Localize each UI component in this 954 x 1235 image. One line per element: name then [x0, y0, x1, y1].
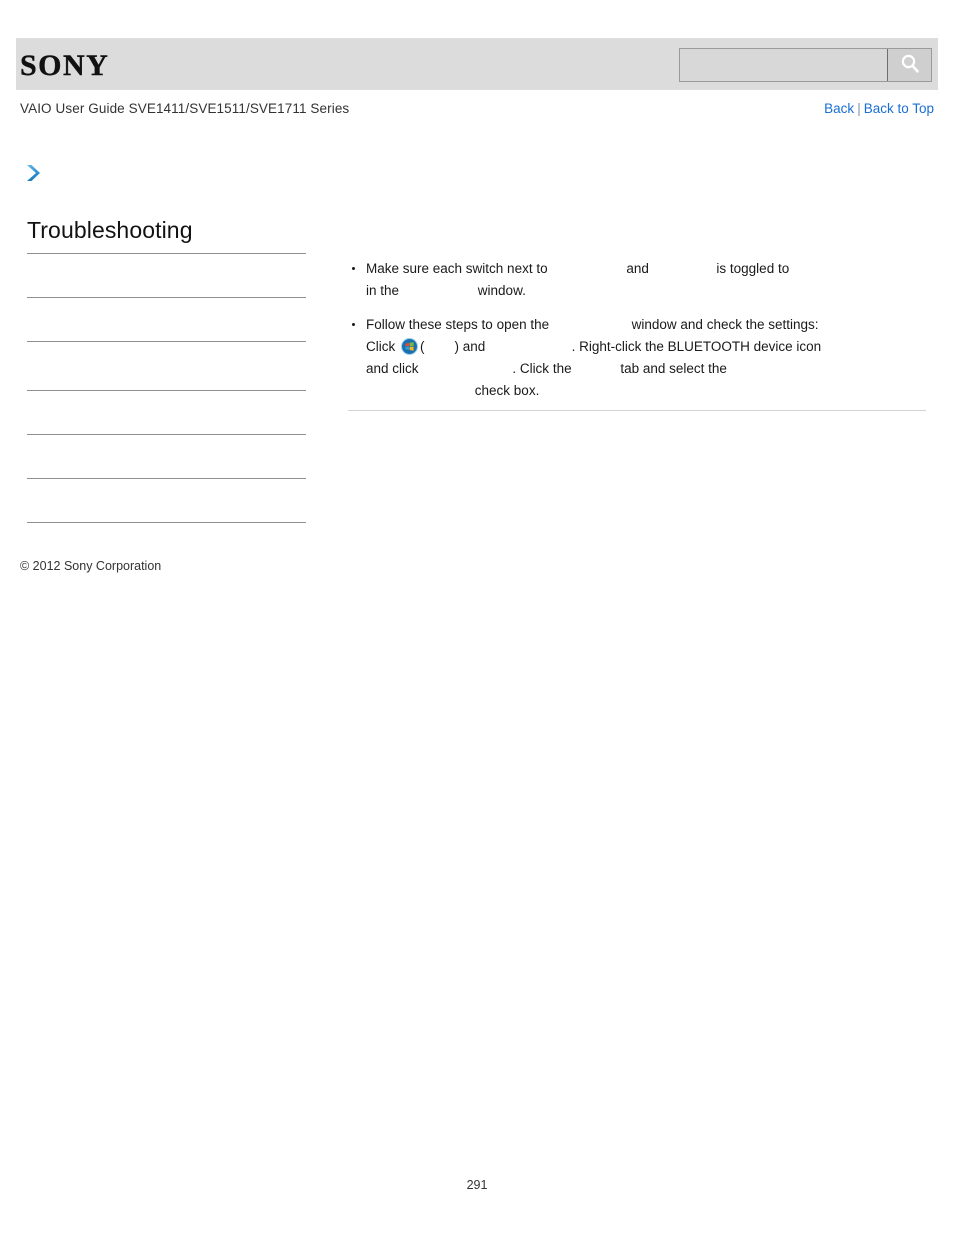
sidebar-item-1[interactable]	[27, 254, 306, 297]
missing-bold-term	[653, 258, 717, 280]
header-nav-links: Back | Back to Top	[824, 101, 934, 116]
sidebar-item-5[interactable]	[27, 435, 306, 478]
magnifier-icon	[898, 52, 922, 79]
sidebar-nav: Troubleshooting	[27, 215, 306, 523]
missing-bold-term	[403, 280, 478, 302]
blue-chevron-right-icon	[24, 162, 44, 184]
search-button[interactable]	[887, 49, 931, 81]
page-number: 291	[466, 1178, 488, 1192]
list-item: Follow these steps to open the window an…	[348, 314, 930, 402]
sidebar-divider	[27, 522, 306, 523]
list-item: Make sure each switch next to and is tog…	[348, 258, 930, 302]
main-content: Make sure each switch next to and is tog…	[348, 258, 930, 402]
missing-bold-term	[575, 358, 620, 380]
back-to-top-link[interactable]: Back to Top	[864, 101, 934, 116]
sidebar-item-6[interactable]	[27, 479, 306, 522]
search-bar	[679, 48, 932, 82]
sidebar-item-4[interactable]	[27, 391, 306, 434]
sony-logo: SONY	[20, 49, 110, 82]
search-input[interactable]	[680, 49, 887, 81]
sidebar-item-3[interactable]	[27, 342, 306, 390]
page-title: VAIO User Guide SVE1411/SVE1511/SVE1711 …	[20, 101, 350, 116]
sidebar-heading: Troubleshooting	[27, 217, 193, 243]
troubleshooting-bullet-list: Make sure each switch next to and is tog…	[348, 258, 930, 402]
back-link[interactable]: Back	[824, 101, 854, 116]
missing-bold-term	[425, 336, 455, 358]
windows-start-orb-icon	[401, 338, 418, 355]
content-divider	[348, 410, 926, 411]
nav-separator: |	[857, 101, 861, 116]
missing-bold-term	[366, 380, 475, 402]
missing-bold-term	[489, 336, 572, 358]
copyright-notice: © 2012 Sony Corporation	[20, 559, 162, 573]
missing-bold-term	[553, 314, 632, 336]
missing-bold-term	[422, 358, 512, 380]
sidebar-item-2[interactable]	[27, 298, 306, 341]
missing-bold-term	[551, 258, 626, 280]
